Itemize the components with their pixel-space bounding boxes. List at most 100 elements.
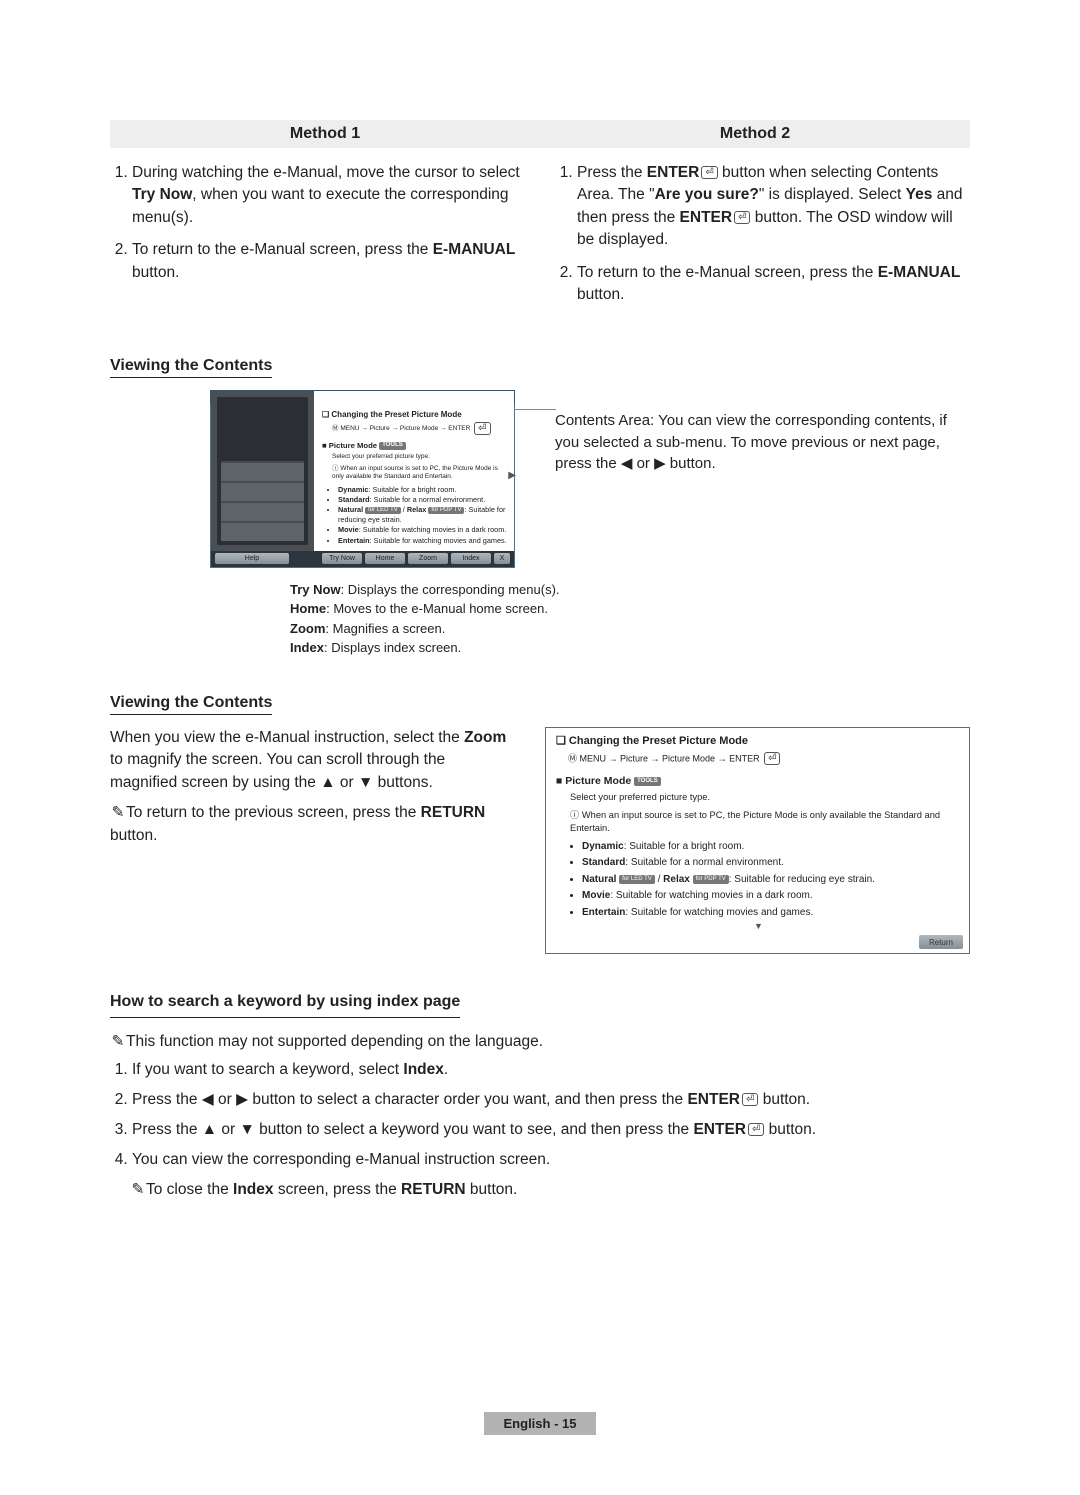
idx-step2: Press the ◀ or ▶ button to select a char… — [132, 1088, 970, 1112]
text: Entertain — [338, 536, 370, 545]
menu-icon: Ⓜ — [332, 425, 339, 432]
text: : Suitable for a normal environment. — [370, 495, 486, 504]
text: Standard — [338, 495, 370, 504]
mode-list: Dynamic: Suitable for a bright room. Sta… — [556, 840, 961, 921]
method2-column: Press the ENTER button when selecting Co… — [555, 162, 970, 317]
method1-header: Method 1 — [110, 120, 540, 148]
page-footer: English - 15 — [110, 1412, 970, 1435]
try-now-button[interactable]: Try Now — [322, 553, 362, 564]
text: to magnify the screen. You can scroll th… — [110, 751, 445, 790]
enter-label: ENTER — [693, 1121, 746, 1138]
methods-header: Method 1 Method 2 — [110, 120, 970, 148]
idx-step1: If you want to search a keyword, select … — [132, 1058, 970, 1082]
text: Relax — [407, 505, 426, 514]
are-you-sure-label: Are you sure? — [655, 186, 759, 203]
button-legend: Try Now: Displays the corresponding menu… — [110, 580, 970, 658]
picture-mode-heading: ■ Picture Mode TOOLS — [322, 441, 508, 451]
note-icon: ✎ — [130, 1178, 146, 1202]
text: : Suitable for watching movies and games… — [370, 536, 507, 545]
list-item: Natural for LED TV / Relax for PDP TV: S… — [582, 873, 961, 888]
section-title: How to search a keyword by using index p… — [110, 990, 460, 1018]
subtitle: Select your preferred picture type. — [332, 453, 508, 461]
text: Movie — [338, 525, 359, 534]
text: Entertain — [582, 907, 625, 918]
text: Natural — [338, 505, 363, 514]
m1-step1: During watching the e-Manual, move the c… — [132, 162, 525, 229]
list-item: Movie: Suitable for watching movies in a… — [582, 889, 961, 904]
screenshot-2: ❏ Changing the Preset Picture Mode Ⓜ MEN… — [545, 727, 970, 955]
home-button[interactable]: Home — [365, 553, 405, 564]
text: Index — [290, 640, 324, 655]
text: Relax — [663, 874, 690, 885]
return-label: RETURN — [401, 1181, 466, 1198]
methods-body: During watching the e-Manual, move the c… — [110, 162, 970, 317]
close-button[interactable]: X — [494, 553, 510, 564]
viewing-contents-1: Viewing the Contents Basic Features > Ch… — [110, 357, 970, 658]
text: : Suitable for a bright room. — [624, 841, 745, 852]
enter-icon — [699, 164, 717, 181]
text: : Suitable for watching movies in a dark… — [359, 525, 507, 534]
page-number: English - 15 — [484, 1412, 597, 1435]
enter-label: ENTER — [647, 164, 700, 181]
text: To return to the previous screen, press … — [126, 804, 421, 821]
text: Press the — [577, 164, 647, 181]
index-label: Index — [403, 1061, 443, 1078]
text: Picture Mode — [329, 441, 377, 450]
text: If you want to search a keyword, select — [132, 1061, 403, 1078]
enter-icon — [746, 1121, 764, 1138]
index-label: Index — [233, 1181, 273, 1198]
enter-icon — [732, 209, 750, 226]
led-badge: for LED TV — [365, 507, 401, 515]
enter-icon — [762, 753, 780, 763]
text: screen, press the — [274, 1181, 402, 1198]
text: MENU → Picture → Picture Mode → ENTER — [340, 425, 470, 432]
text: To close the — [146, 1181, 233, 1198]
text: : Displays index screen. — [324, 640, 461, 655]
note: ⓘ When an input source is set to PC, the… — [332, 465, 508, 482]
text: Natural — [582, 874, 616, 885]
panel-title: ❏ Changing the Preset Picture Mode — [322, 410, 508, 420]
led-badge: for LED TV — [619, 875, 655, 884]
thumbnail-strip — [211, 391, 314, 551]
panel-title: ❏ Changing the Preset Picture Mode — [556, 734, 961, 750]
return-button[interactable]: Return — [919, 935, 963, 949]
idx-step3: Press the ▲ or ▼ button to select a keyw… — [132, 1118, 970, 1142]
scroll-down-icon: ▼ — [556, 920, 961, 933]
list-item: Entertain: Suitable for watching movies … — [338, 536, 508, 545]
emanual-label: E-MANUAL — [878, 264, 961, 281]
list-item: Entertain: Suitable for watching movies … — [582, 906, 961, 921]
text: : Magnifies a screen. — [325, 621, 445, 636]
menu-path: Ⓜ MENU → Picture → Picture Mode → ENTER — [568, 752, 961, 767]
list-item: Dynamic: Suitable for a bright room. — [582, 840, 961, 855]
text: button. — [577, 286, 624, 303]
text: To return to the e-Manual screen, press … — [132, 241, 433, 258]
callout-line — [514, 409, 556, 410]
text: button. — [758, 1091, 810, 1108]
text: : Suitable for watching movies in a dark… — [610, 890, 812, 901]
viewing-contents-2: Viewing the Contents When you view the e… — [110, 694, 970, 955]
help-button[interactable]: Help — [215, 553, 289, 564]
text: Dynamic — [582, 841, 624, 852]
text: : Moves to the e-Manual home screen. — [326, 601, 548, 616]
text: Try Now — [290, 582, 341, 597]
text: This function may not supported dependin… — [126, 1033, 543, 1050]
list-item: Standard: Suitable for a normal environm… — [338, 495, 508, 504]
index-button[interactable]: Index — [451, 553, 491, 564]
emanual-label: E-MANUAL — [433, 241, 516, 258]
section-title: Viewing the Contents — [110, 694, 272, 715]
text: button. — [132, 264, 179, 281]
tools-badge: TOOLS — [634, 777, 661, 786]
m1-step2: To return to the e-Manual screen, press … — [132, 239, 525, 284]
menu-path: Ⓜ MENU → Picture → Picture Mode → ENTER — [332, 422, 508, 435]
text: When you view the e-Manual instruction, … — [110, 729, 464, 746]
text: Changing the Preset Picture Mode — [331, 410, 461, 419]
text: Changing the Preset Picture Mode — [569, 735, 748, 747]
text: : Displays the corresponding menu(s). — [341, 582, 560, 597]
contents-area-note: Contents Area: You can view the correspo… — [555, 390, 970, 568]
next-page-icon: ▶ — [508, 469, 516, 482]
return-label: RETURN — [421, 804, 486, 821]
text: Movie — [582, 890, 610, 901]
zoom-button[interactable]: Zoom — [408, 553, 448, 564]
text: Press the ▲ or ▼ button to select a keyw… — [132, 1121, 693, 1138]
note: ⓘ When an input source is set to PC, the… — [570, 809, 961, 836]
